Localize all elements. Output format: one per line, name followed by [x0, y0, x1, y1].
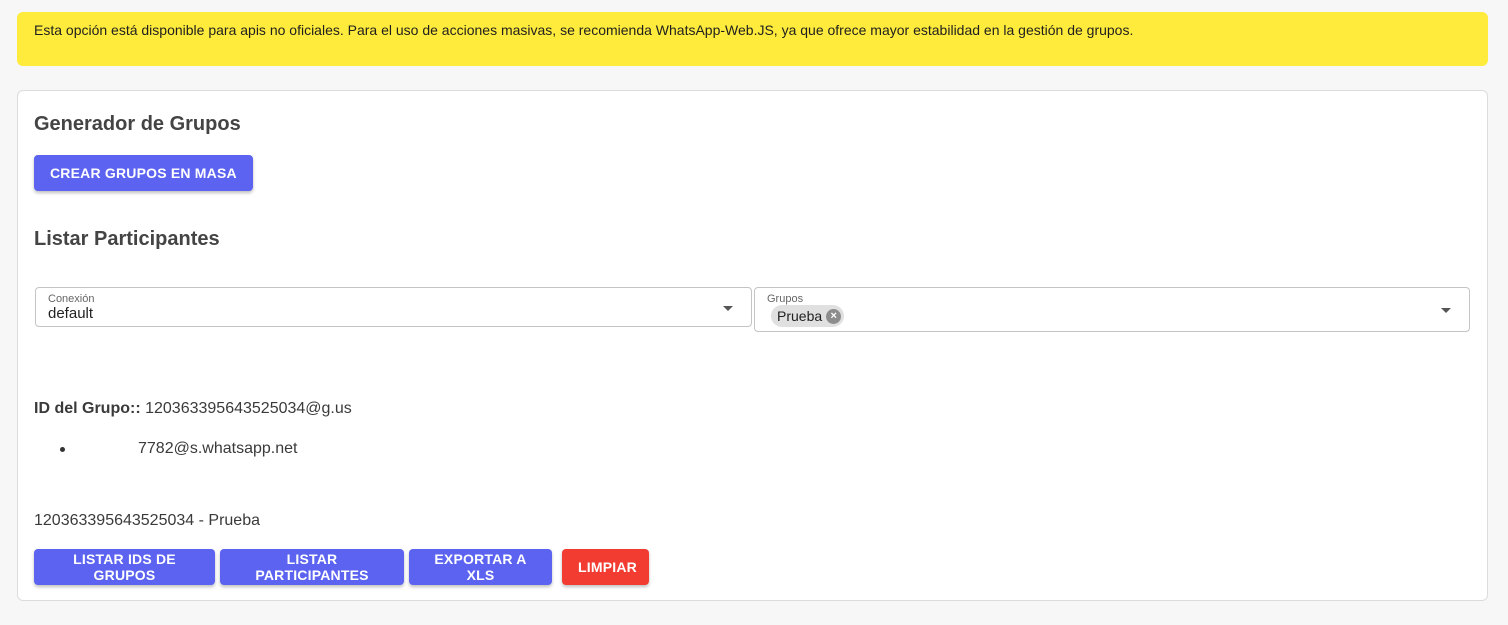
group-id-value: 120363395643525034@g.us: [145, 400, 352, 417]
info-alert: Esta opción está disponible para apis no…: [17, 12, 1488, 66]
generator-title: Generador de Grupos: [34, 113, 241, 135]
group-chip: Prueba ×: [771, 305, 845, 327]
close-icon[interactable]: ×: [826, 308, 842, 324]
group-chip-label: Prueba: [777, 308, 823, 324]
participants-title: Listar Participantes: [34, 228, 220, 250]
chevron-down-icon: [723, 306, 733, 311]
alert-text: Esta opción está disponible para apis no…: [34, 22, 1134, 38]
connection-label: Conexión: [48, 293, 95, 305]
group-id-line: ID del Grupo:: 120363395643525034@g.us: [34, 400, 352, 418]
groups-card: Generador de Grupos Crear grupos en masa…: [17, 90, 1488, 601]
export-xls-button[interactable]: Exportar a XLS: [409, 549, 552, 585]
connection-value: default: [48, 305, 94, 322]
participant-item: 7782@s.whatsapp.net: [138, 440, 298, 457]
group-summary: 120363395643525034 - Prueba: [34, 512, 260, 529]
clear-button[interactable]: Limpiar: [562, 549, 649, 585]
group-id-label: ID del Grupo::: [34, 400, 141, 417]
chevron-down-icon: [1441, 308, 1451, 313]
create-groups-button[interactable]: Crear grupos en masa: [34, 155, 253, 191]
connection-select[interactable]: Conexión default: [35, 287, 752, 327]
list-bullet: [60, 447, 65, 452]
list-group-ids-button[interactable]: Listar IDs de Grupos: [34, 549, 215, 585]
groups-select[interactable]: Grupos Prueba ×: [754, 287, 1470, 332]
groups-label: Grupos: [767, 293, 804, 305]
list-participants-button[interactable]: Listar Participantes: [220, 549, 404, 585]
